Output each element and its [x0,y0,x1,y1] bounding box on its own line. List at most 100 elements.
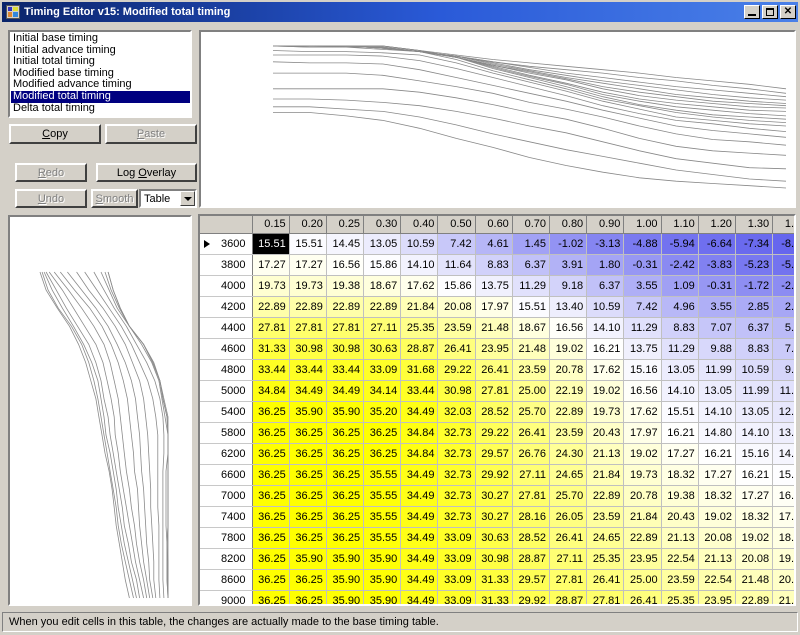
table-cell[interactable]: 27.81 [512,485,551,507]
table-cell[interactable]: 17.27 [698,464,736,486]
table-cell[interactable]: 25.35 [661,590,699,604]
table-cell[interactable]: 22.19 [549,380,588,402]
table-cell[interactable]: 20.08 [698,527,736,549]
table-cell[interactable]: 28.87 [549,590,588,604]
table-cell[interactable]: 33.44 [326,359,365,381]
table-cell[interactable]: 32.73 [437,443,476,465]
table-cell[interactable]: 29.22 [437,359,476,381]
table-cell[interactable]: 10.59 [735,359,774,381]
table-cell[interactable]: 23.59 [512,359,551,381]
table-cell[interactable]: 11.99 [698,359,736,381]
table-row[interactable]: 7800 36.25 36.25 36.25 35.55 34.49 33.09 30.63 2… [200,527,794,549]
table-cell[interactable]: 25.70 [512,401,551,423]
table-cell[interactable]: 19.38 [661,485,699,507]
table-cell[interactable]: 27.81 [326,317,365,339]
table-row[interactable]: 7400 36.25 36.25 36.25 35.55 34.49 32.73 30.27 2… [200,506,794,528]
table-cell[interactable]: 18.32 [661,464,699,486]
table-cell[interactable]: 33.09 [437,590,476,604]
table-cell[interactable]: 7.77 [772,338,794,360]
table-cell[interactable]: 35.90 [326,401,365,423]
table-cell[interactable]: 28.87 [512,548,551,570]
table-cell[interactable]: 23.59 [549,422,588,444]
row-header[interactable]: 7000 [200,485,253,507]
table-cell[interactable]: 17.62 [772,506,794,528]
table-cell[interactable]: 17.62 [400,275,439,297]
table-cell[interactable]: 22.89 [252,296,290,318]
table-cell[interactable]: 5.31 [772,317,794,339]
table-cell[interactable]: -5.94 [661,233,699,255]
table-cell[interactable]: 6.37 [586,275,625,297]
row-header[interactable]: 4800 [200,359,253,381]
table-cell[interactable]: 35.90 [363,569,402,591]
table-cell[interactable]: 25.35 [586,548,625,570]
table-cell[interactable]: 28.52 [475,401,513,423]
table-cell[interactable]: 32.73 [437,506,476,528]
table-cell[interactable]: 24.65 [586,527,625,549]
table-cell[interactable]: 35.90 [363,548,402,570]
table-cell[interactable]: 21.84 [586,464,625,486]
table-cell[interactable]: -4.88 [623,233,662,255]
table-cell[interactable]: 16.21 [586,338,625,360]
table-cell[interactable]: 29.57 [475,443,513,465]
table-cell[interactable]: -6.64 [698,233,736,255]
table-cell[interactable]: 17.27 [252,254,290,276]
table-cell[interactable]: -7.34 [735,233,774,255]
close-icon[interactable]: ✕ [780,5,796,19]
table-cell[interactable]: 34.49 [400,464,439,486]
table-cell[interactable]: -5.94 [772,254,794,276]
table-cell[interactable]: 19.02 [698,506,736,528]
table-cell[interactable]: 27.81 [586,590,625,604]
table-cell[interactable]: 22.89 [289,296,327,318]
table-cell[interactable]: 33.09 [437,527,476,549]
table-cell[interactable]: 22.54 [698,569,736,591]
table-cell[interactable]: 26.41 [512,422,551,444]
table-cell[interactable]: 13.05 [661,359,699,381]
table-cell[interactable]: 11.64 [437,254,476,276]
table-cell[interactable]: 35.55 [363,485,402,507]
table-cell[interactable]: 20.43 [661,506,699,528]
table-cell[interactable]: 11.99 [735,380,774,402]
table-cell[interactable]: 35.90 [326,590,365,604]
table-row[interactable]: 5800 36.25 36.25 36.25 36.25 34.84 32.73 29.22 2… [200,422,794,444]
table-cell[interactable]: 30.98 [289,338,327,360]
table-cell[interactable]: 17.97 [475,296,513,318]
table-cell[interactable]: 35.90 [289,401,327,423]
table-cell[interactable]: 26.41 [623,590,662,604]
table-cell[interactable]: 1.45 [512,233,551,255]
table-cell[interactable]: 21.13 [586,443,625,465]
table-cell[interactable]: 7.42 [437,233,476,255]
table-cell[interactable]: 18.67 [363,275,402,297]
table-cell[interactable]: 16.56 [623,380,662,402]
table-cell[interactable]: 11.29 [772,380,794,402]
table-cell[interactable]: -2.42 [661,254,699,276]
table-cell[interactable]: -8.05 [772,233,794,255]
column-header[interactable]: 0.70 [512,216,551,234]
table-cell[interactable]: 15.51 [289,233,327,255]
table-cell[interactable]: 14.10 [586,317,625,339]
table-cell[interactable]: 36.25 [252,506,290,528]
table-cell[interactable]: 18.32 [772,527,794,549]
table-cell[interactable]: 34.49 [400,485,439,507]
table-cell[interactable]: 30.63 [475,527,513,549]
table-cell[interactable]: 34.49 [400,590,439,604]
table-cell[interactable]: 36.25 [289,569,327,591]
table-cell[interactable]: 15.16 [623,359,662,381]
table-cell[interactable]: 3.55 [623,275,662,297]
table-cell[interactable]: 14.10 [661,380,699,402]
table-cell[interactable]: 36.25 [363,443,402,465]
table-cell[interactable]: 28.52 [512,527,551,549]
table-cell[interactable]: -1.72 [735,275,774,297]
table-cell[interactable]: 17.27 [735,485,774,507]
table-row[interactable]: 9000 36.25 36.25 35.90 35.90 34.49 33.09 31.33 2… [200,590,794,604]
timing-curves-left-plot[interactable] [8,215,192,606]
table-cell[interactable]: 29.92 [475,464,513,486]
table-row[interactable]: 4600 31.33 30.98 30.98 30.63 28.87 26.41 23.95 2… [200,338,794,360]
table-cell[interactable]: 8.83 [661,317,699,339]
table-cell[interactable]: 6.37 [735,317,774,339]
table-cell[interactable]: 11.29 [623,317,662,339]
table-cell[interactable]: 14.80 [698,422,736,444]
table-cell[interactable]: 35.90 [326,569,365,591]
table-cell[interactable]: 3.91 [549,254,588,276]
column-header[interactable]: 0.15 [252,216,290,234]
listbox-item[interactable]: Delta total timing [11,102,190,115]
